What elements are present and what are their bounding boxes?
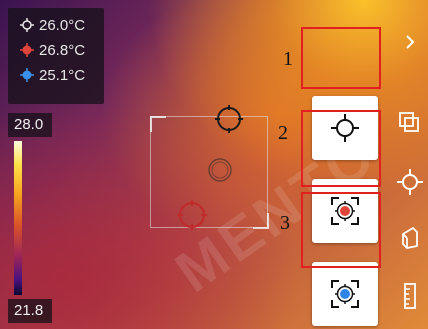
readout-hot: 26.8°C bbox=[20, 39, 85, 61]
callout-number-3: 3 bbox=[280, 212, 290, 234]
layers-icon bbox=[399, 112, 419, 132]
ruler-icon bbox=[404, 283, 416, 309]
center-spot-marker-icon[interactable] bbox=[205, 155, 235, 185]
eraser-button[interactable] bbox=[396, 223, 424, 253]
readout-center-value: 26.0°C bbox=[39, 16, 86, 34]
cold-spot-target-icon bbox=[331, 280, 359, 308]
layers-button[interactable] bbox=[394, 107, 424, 137]
thermal-image-view[interactable]: MENTC 26.0°C 26.8°C 25.1°C 28.0 21.8 1 2… bbox=[0, 0, 428, 329]
region-corner-bottom-right[interactable] bbox=[253, 213, 269, 229]
cold-spot-icon bbox=[20, 68, 34, 82]
scale-max-label: 28.0 bbox=[8, 113, 52, 137]
callout-box-3 bbox=[301, 192, 381, 268]
scale-min-label: 21.8 bbox=[8, 299, 52, 323]
eraser-icon bbox=[402, 226, 418, 249]
crosshair-icon bbox=[397, 169, 423, 195]
callout-box-2 bbox=[301, 110, 381, 187]
ruler-button[interactable] bbox=[396, 281, 424, 311]
temperature-readout-panel: 26.0°C 26.8°C 25.1°C bbox=[8, 8, 104, 104]
readout-center: 26.0°C bbox=[20, 14, 85, 36]
region-corner-top-left[interactable] bbox=[150, 116, 166, 132]
chevron-right-icon bbox=[406, 35, 415, 49]
hot-spot-marker-icon[interactable] bbox=[175, 198, 209, 232]
color-scale-bar bbox=[14, 141, 22, 295]
max-crosshair-icon bbox=[20, 18, 34, 32]
hot-spot-icon bbox=[20, 43, 34, 57]
readout-hot-value: 26.8°C bbox=[39, 41, 86, 59]
spot-tool-button[interactable] bbox=[394, 166, 426, 198]
max-temp-marker-icon[interactable] bbox=[213, 103, 245, 135]
cold-spot-card[interactable] bbox=[312, 262, 378, 326]
callout-number-1: 1 bbox=[283, 48, 293, 70]
callout-number-2: 2 bbox=[278, 122, 288, 144]
expand-panel-button[interactable] bbox=[398, 30, 422, 54]
readout-cold: 25.1°C bbox=[20, 64, 85, 86]
readout-cold-value: 25.1°C bbox=[39, 66, 86, 84]
callout-box-1 bbox=[301, 27, 381, 89]
